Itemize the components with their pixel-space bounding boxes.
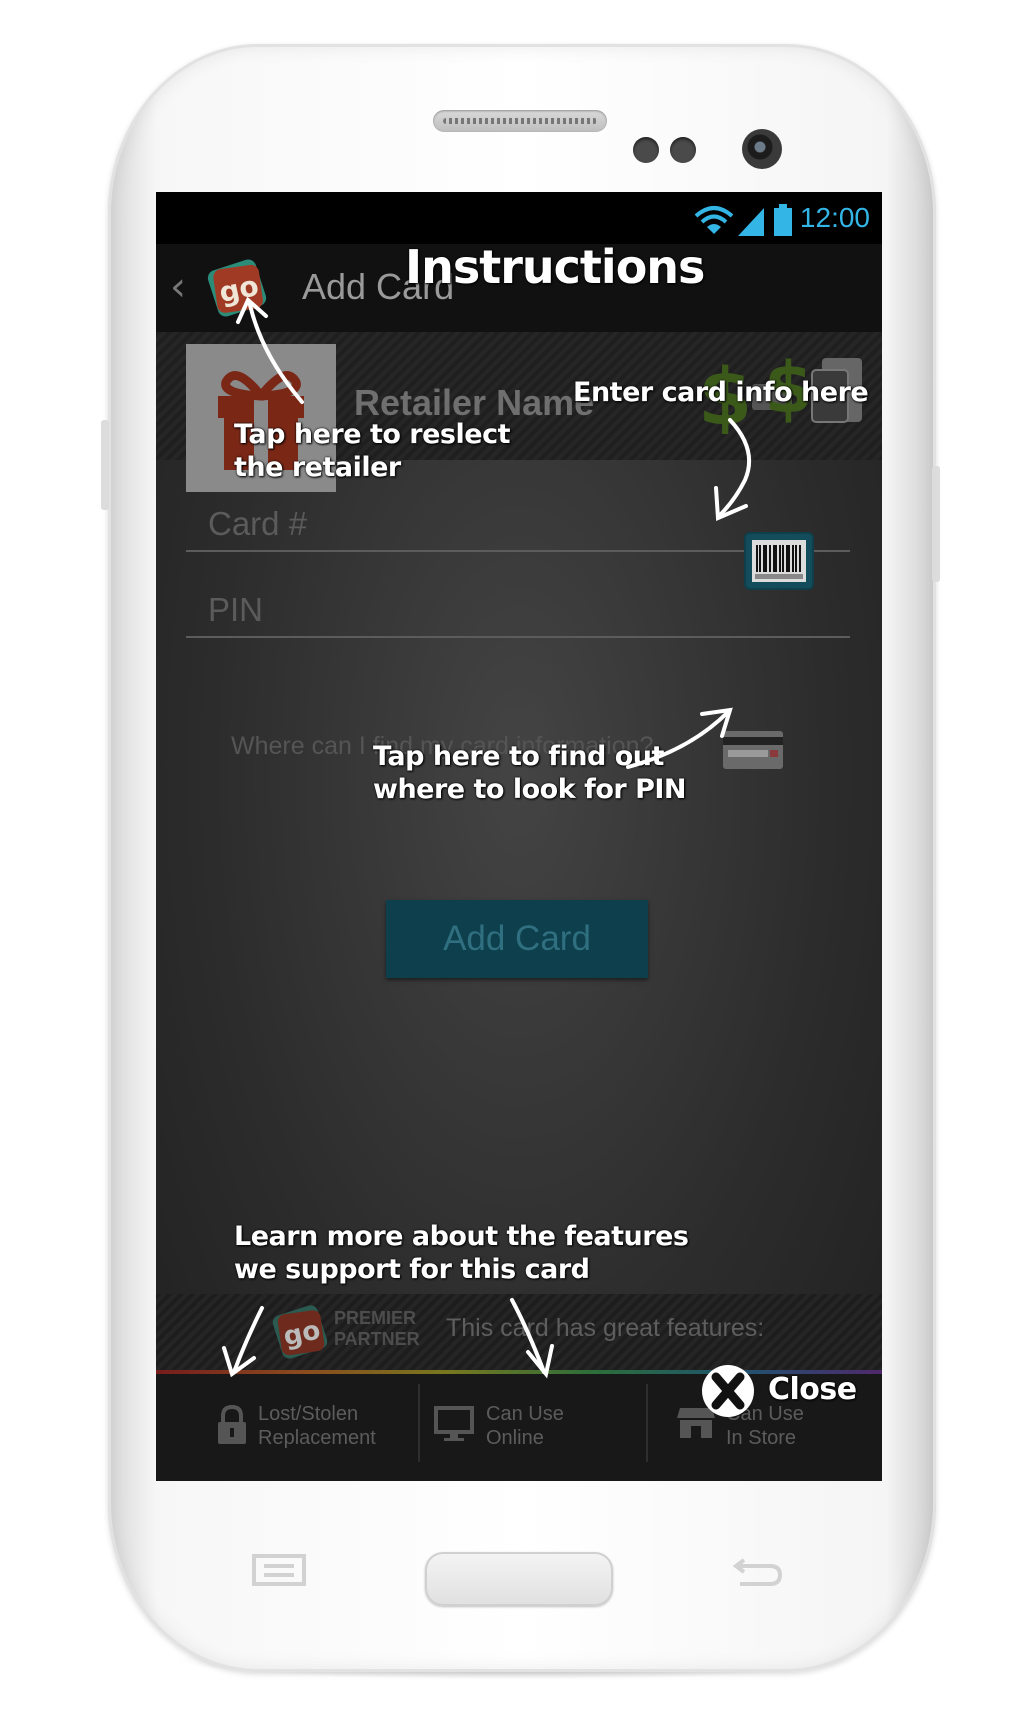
arrow-to-online <box>510 1298 546 1374</box>
arrow-to-logo <box>248 303 304 404</box>
instruction-arrows <box>222 296 752 1379</box>
arrow-to-card-field <box>718 418 752 517</box>
arrow-to-help-link <box>626 710 730 769</box>
